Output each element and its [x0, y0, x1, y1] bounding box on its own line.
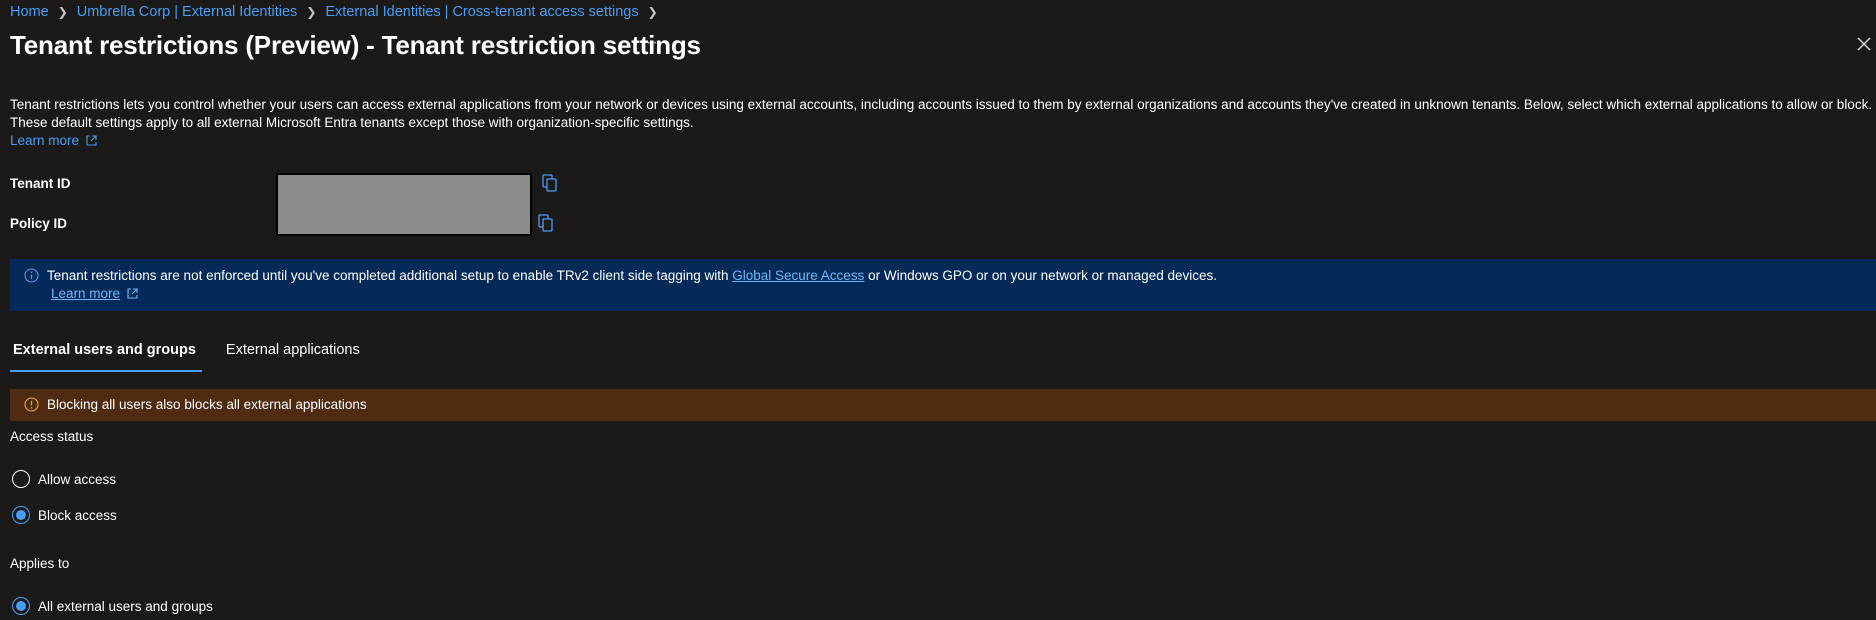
breadcrumb-cross-tenant-link[interactable]: External Identities | Cross-tenant acces…: [325, 4, 638, 20]
block-access-radio[interactable]: Block access: [12, 506, 117, 524]
breadcrumb-external-identities-link[interactable]: Umbrella Corp | External Identities: [77, 4, 298, 20]
policy-id-label: Policy ID: [10, 216, 68, 231]
access-status-label: Access status: [10, 429, 94, 444]
info-banner-text-before: Tenant restrictions are not enforced unt…: [47, 268, 733, 283]
radio-unchecked-icon: [12, 470, 30, 488]
applies-to-label: Applies to: [10, 556, 70, 571]
chevron-right-icon: ❯: [306, 5, 317, 19]
tab-external-users-and-groups[interactable]: External users and groups: [10, 338, 202, 372]
external-link-icon: [86, 135, 97, 146]
warning-icon: [24, 397, 39, 412]
block-access-label: Block access: [38, 507, 117, 523]
chevron-right-icon: ❯: [647, 5, 658, 19]
redacted-ids-field: [276, 173, 532, 236]
radio-checked-icon: [12, 506, 30, 524]
global-secure-access-link[interactable]: Global Secure Access: [732, 268, 864, 283]
learn-more-link[interactable]: Learn more: [10, 133, 97, 148]
info-learn-more-label: Learn more: [51, 286, 121, 301]
info-icon: [24, 268, 39, 283]
page-title: Tenant restrictions (Preview) - Tenant r…: [10, 30, 701, 60]
warning-banner: Blocking all users also blocks all exter…: [10, 389, 1876, 421]
more-options-button[interactable]: ···: [646, 34, 665, 52]
radio-checked-icon: [12, 597, 30, 615]
allow-access-radio[interactable]: Allow access: [12, 470, 116, 488]
close-icon[interactable]: [1856, 36, 1872, 52]
tenant-id-label: Tenant ID: [10, 176, 71, 191]
info-banner-text-after: or Windows GPO or on your network or man…: [864, 268, 1217, 283]
chevron-right-icon: ❯: [57, 5, 68, 19]
breadcrumb: Home ❯ Umbrella Corp | External Identiti…: [10, 4, 667, 20]
warning-banner-text: Blocking all users also blocks all exter…: [47, 397, 367, 412]
info-banner-text: Tenant restrictions are not enforced unt…: [47, 268, 1217, 283]
breadcrumb-home-link[interactable]: Home: [10, 4, 49, 20]
allow-access-label: Allow access: [38, 471, 117, 487]
all-external-users-radio[interactable]: All external users and groups: [12, 597, 213, 615]
external-link-icon: [127, 288, 138, 299]
copy-policy-id-icon[interactable]: [538, 214, 554, 232]
all-external-users-label: All external users and groups: [38, 598, 213, 614]
intro-description: Tenant restrictions lets you control whe…: [10, 97, 1873, 130]
tab-external-applications[interactable]: External applications: [223, 338, 363, 372]
learn-more-label: Learn more: [10, 133, 80, 148]
info-learn-more-link[interactable]: Learn more: [51, 286, 138, 301]
tab-bar: External users and groups External appli…: [10, 338, 387, 372]
copy-tenant-id-icon[interactable]: [542, 174, 558, 192]
info-banner: Tenant restrictions are not enforced unt…: [10, 259, 1876, 311]
